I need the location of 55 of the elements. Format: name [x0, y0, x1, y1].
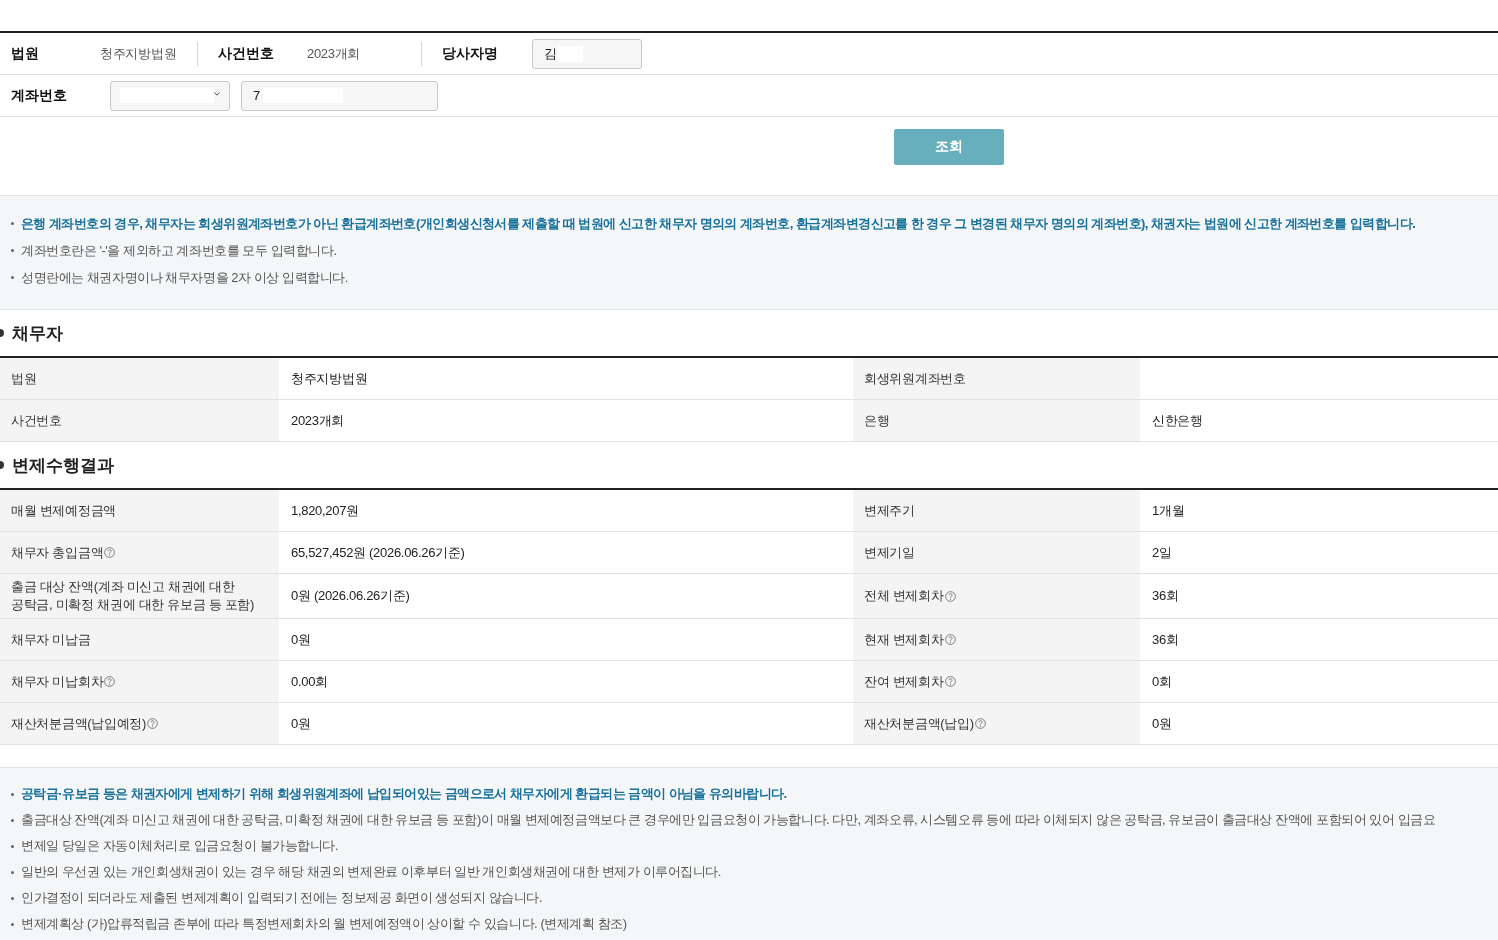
bullet-icon	[11, 922, 14, 926]
row-label: 변제기일	[864, 543, 915, 562]
notice-text: 계좌번호란은 '-'을 제외하고 계좌번호를 모두 입력합니다.	[21, 241, 337, 260]
row-label: 출금 대상 잔액(계좌 미신고 채권에 대한 공탁금, 미확정 채권에 대한 유보금 등 포함)	[11, 578, 256, 614]
caret-icon	[214, 91, 220, 96]
court-label: 법원	[11, 44, 40, 63]
bullet-icon	[11, 792, 14, 796]
notice-text: 은행 계좌번호의 경우, 채무자는 회생위원계좌번호가 아닌 환급계좌번호(개인회생신청서를 제출할 때 법원에 신고한 채무자 명의의 계좌번호, 환급계좌변경신고를 한 경우 그 변경된 채무자 명의의 계좌번호), 채권자는 법원에 신고한 계좌번호를 입력합니다.	[21, 214, 1416, 233]
help-icon[interactable]	[104, 676, 116, 687]
row-label: 잔여 변제회차	[864, 672, 944, 691]
row-label: 채무자 미납금	[11, 630, 91, 649]
row-label: 현재 변제회차	[864, 630, 944, 649]
row-label: 사건번호	[11, 411, 62, 430]
row-label: 재산처분금액(납입예정)	[11, 714, 147, 733]
row-label: 매월 변제예정금액	[11, 501, 116, 520]
case-number-label: 사건번호	[218, 44, 275, 63]
bullet-icon	[11, 870, 14, 874]
bullet-icon	[11, 249, 14, 252]
bullet-icon	[0, 329, 4, 337]
notice-text: 변제일 당일은 자동이체처리로 입금요청이 불가능합니다.	[21, 837, 338, 855]
help-icon[interactable]	[974, 718, 986, 729]
row-label: 채무자 총입금액	[11, 543, 104, 562]
section-title: 채무자	[12, 322, 63, 345]
bullet-icon	[11, 276, 14, 279]
account-number-field[interactable]: 7	[241, 80, 438, 111]
case-number-value: 2023개회	[307, 44, 362, 63]
bullet-icon	[0, 461, 4, 469]
notice-text: 변제계획상 (가)압류적립금 존부에 따라 특정변제회차의 월 변제예정액이 상이할 수 있습니다. (변제계획 참조)	[21, 915, 627, 933]
row-label: 채무자 미납회차	[11, 672, 104, 691]
bullet-icon	[11, 896, 14, 900]
help-icon[interactable]	[147, 718, 159, 729]
party-name-label: 당사자명	[442, 44, 499, 63]
row-label: 회생위원계좌번호	[864, 369, 966, 388]
party-name-field[interactable]: 김	[532, 38, 642, 69]
notice-text: 출금대상 잔액(계좌 미신고 채권에 대한 공탁금, 미확정 채권에 대한 유보금 등 포함)이 매월 변제예정금액보다 큰 경우에만 입금요청이 가능합니다. 다만, 계좌오류, 시스템오류 등에 따라 이체되지 않은 공탁금, 유보금이 출금대상 잔액에 포함되어 있어 입금요	[21, 811, 1436, 829]
notice-text: 공탁금·유보금 등은 채권자에게 변제하기 위해 회생위원계좌에 납입되어있는 금액으로서 채무자에게 환급되는 금액이 아님을 유의바랍니다.	[21, 785, 787, 803]
notice-text: 인가결정이 되더라도 제출된 변제계획이 입력되기 전에는 정보제공 화면이 생성되지 않습니다.	[21, 889, 543, 907]
help-icon[interactable]	[944, 590, 956, 602]
row-label: 전체 변제회차	[864, 587, 944, 605]
bullet-icon	[11, 818, 14, 822]
help-icon[interactable]	[104, 547, 116, 558]
notice-text: 성명란에는 채권자명이나 채무자명을 2자 이상 입력합니다.	[21, 268, 348, 287]
bullet-icon	[11, 844, 14, 848]
notice-text: 일반의 우선권 있는 개인회생채권이 있는 경우 해당 채권의 변제완료 이후부터 일반 개인회생채권에 대한 변제가 이루어집니다.	[21, 863, 722, 881]
row-label: 법원	[11, 369, 37, 388]
court-value: 청주지방법원	[100, 44, 178, 63]
help-icon[interactable]	[944, 634, 956, 645]
section-title: 변제수행결과	[12, 454, 114, 477]
help-icon[interactable]	[944, 676, 956, 687]
row-label: 재산처분금액(납입)	[864, 714, 974, 733]
row-label: 은행	[864, 411, 890, 430]
bank-select[interactable]	[110, 80, 230, 111]
bullet-icon	[11, 222, 14, 225]
row-label: 변제주기	[864, 501, 915, 520]
account-number-label: 계좌번호	[11, 86, 68, 105]
